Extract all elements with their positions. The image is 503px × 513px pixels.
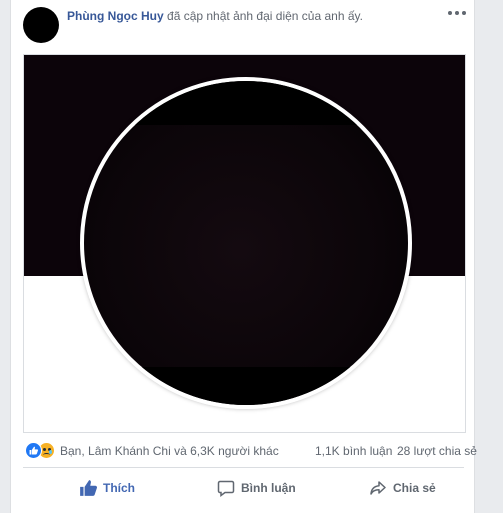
feed-post: Phùng Ngọc Huy đã cập nhật ảnh đại diện …: [10, 0, 477, 513]
more-options-icon[interactable]: [448, 6, 466, 20]
comments-count[interactable]: 1,1K bình luận: [315, 444, 392, 458]
post-action-text: đã cập nhật ảnh đại diện của anh ấy.: [167, 9, 363, 23]
comment-icon: [217, 479, 235, 497]
divider: [23, 467, 464, 468]
profile-update-image[interactable]: [23, 54, 466, 433]
like-label: Thích: [103, 481, 135, 495]
post-actions: Thích Bình luận Chia sẻ: [23, 472, 464, 504]
profile-picture: [80, 77, 412, 409]
share-label: Chia sẻ: [393, 481, 436, 495]
author-name-link[interactable]: Phùng Ngọc Huy: [67, 9, 164, 23]
like-button[interactable]: Thích: [79, 472, 135, 504]
reactions-summary-row: Bạn, Lâm Khánh Chi và 6,3K người khác 1,…: [25, 441, 477, 461]
post-header: Phùng Ngọc Huy đã cập nhật ảnh đại diện …: [67, 9, 363, 23]
shares-count[interactable]: 28 lượt chia sẻ: [397, 444, 477, 458]
share-icon: [369, 479, 387, 497]
share-button[interactable]: Chia sẻ: [369, 472, 436, 504]
reactors-text[interactable]: Bạn, Lâm Khánh Chi và 6,3K người khác: [60, 444, 279, 458]
author-avatar[interactable]: [23, 7, 59, 43]
comment-label: Bình luận: [241, 481, 296, 495]
comment-button[interactable]: Bình luận: [217, 472, 296, 504]
thumbs-up-icon: [79, 479, 98, 497]
reaction-icons[interactable]: [25, 442, 59, 460]
like-reaction-icon: [25, 442, 42, 459]
